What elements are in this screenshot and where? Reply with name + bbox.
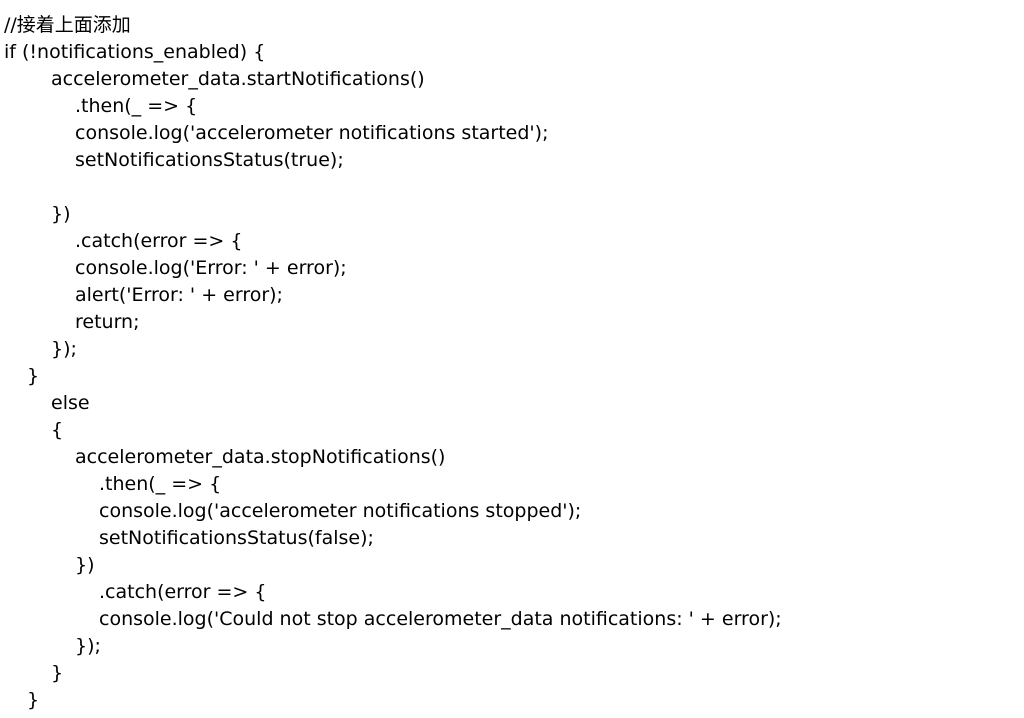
code-line: })	[51, 203, 71, 225]
code-line: if (!notifications_enabled) {	[4, 41, 266, 63]
code-line: .then(_ => {	[75, 95, 198, 117]
code-line: return;	[75, 311, 140, 333]
code-line: .then(_ => {	[99, 473, 222, 495]
code-line: console.log('accelerometer notifications…	[99, 500, 582, 522]
code-block: //接着上面添加 if (!notifications_enabled) { acc…	[4, 12, 1014, 714]
code-line: console.log('Error: ' + error);	[75, 257, 347, 279]
code-line: .catch(error => {	[75, 230, 243, 252]
code-line: accelerometer_data.stopNotifications()	[75, 446, 446, 468]
code-line: setNotificationsStatus(true);	[75, 149, 344, 171]
code-line: alert('Error: ' + error);	[75, 284, 283, 306]
code-line: //接着上面添加	[4, 14, 131, 36]
code-line: }	[27, 689, 40, 711]
code-line: }	[51, 662, 64, 684]
code-line: })	[75, 554, 95, 576]
code-line: console.log('Could not stop acceleromete…	[99, 608, 782, 630]
code-line: else	[51, 392, 90, 414]
code-line: {	[51, 419, 64, 441]
code-line: .catch(error => {	[99, 581, 267, 603]
code-line: });	[51, 338, 77, 360]
code-line: console.log('accelerometer notifications…	[75, 122, 549, 144]
code-line: }	[27, 365, 40, 387]
code-line: accelerometer_data.startNotifications()	[51, 68, 425, 90]
code-line: setNotificationsStatus(false);	[99, 527, 374, 549]
code-line: });	[75, 635, 101, 657]
